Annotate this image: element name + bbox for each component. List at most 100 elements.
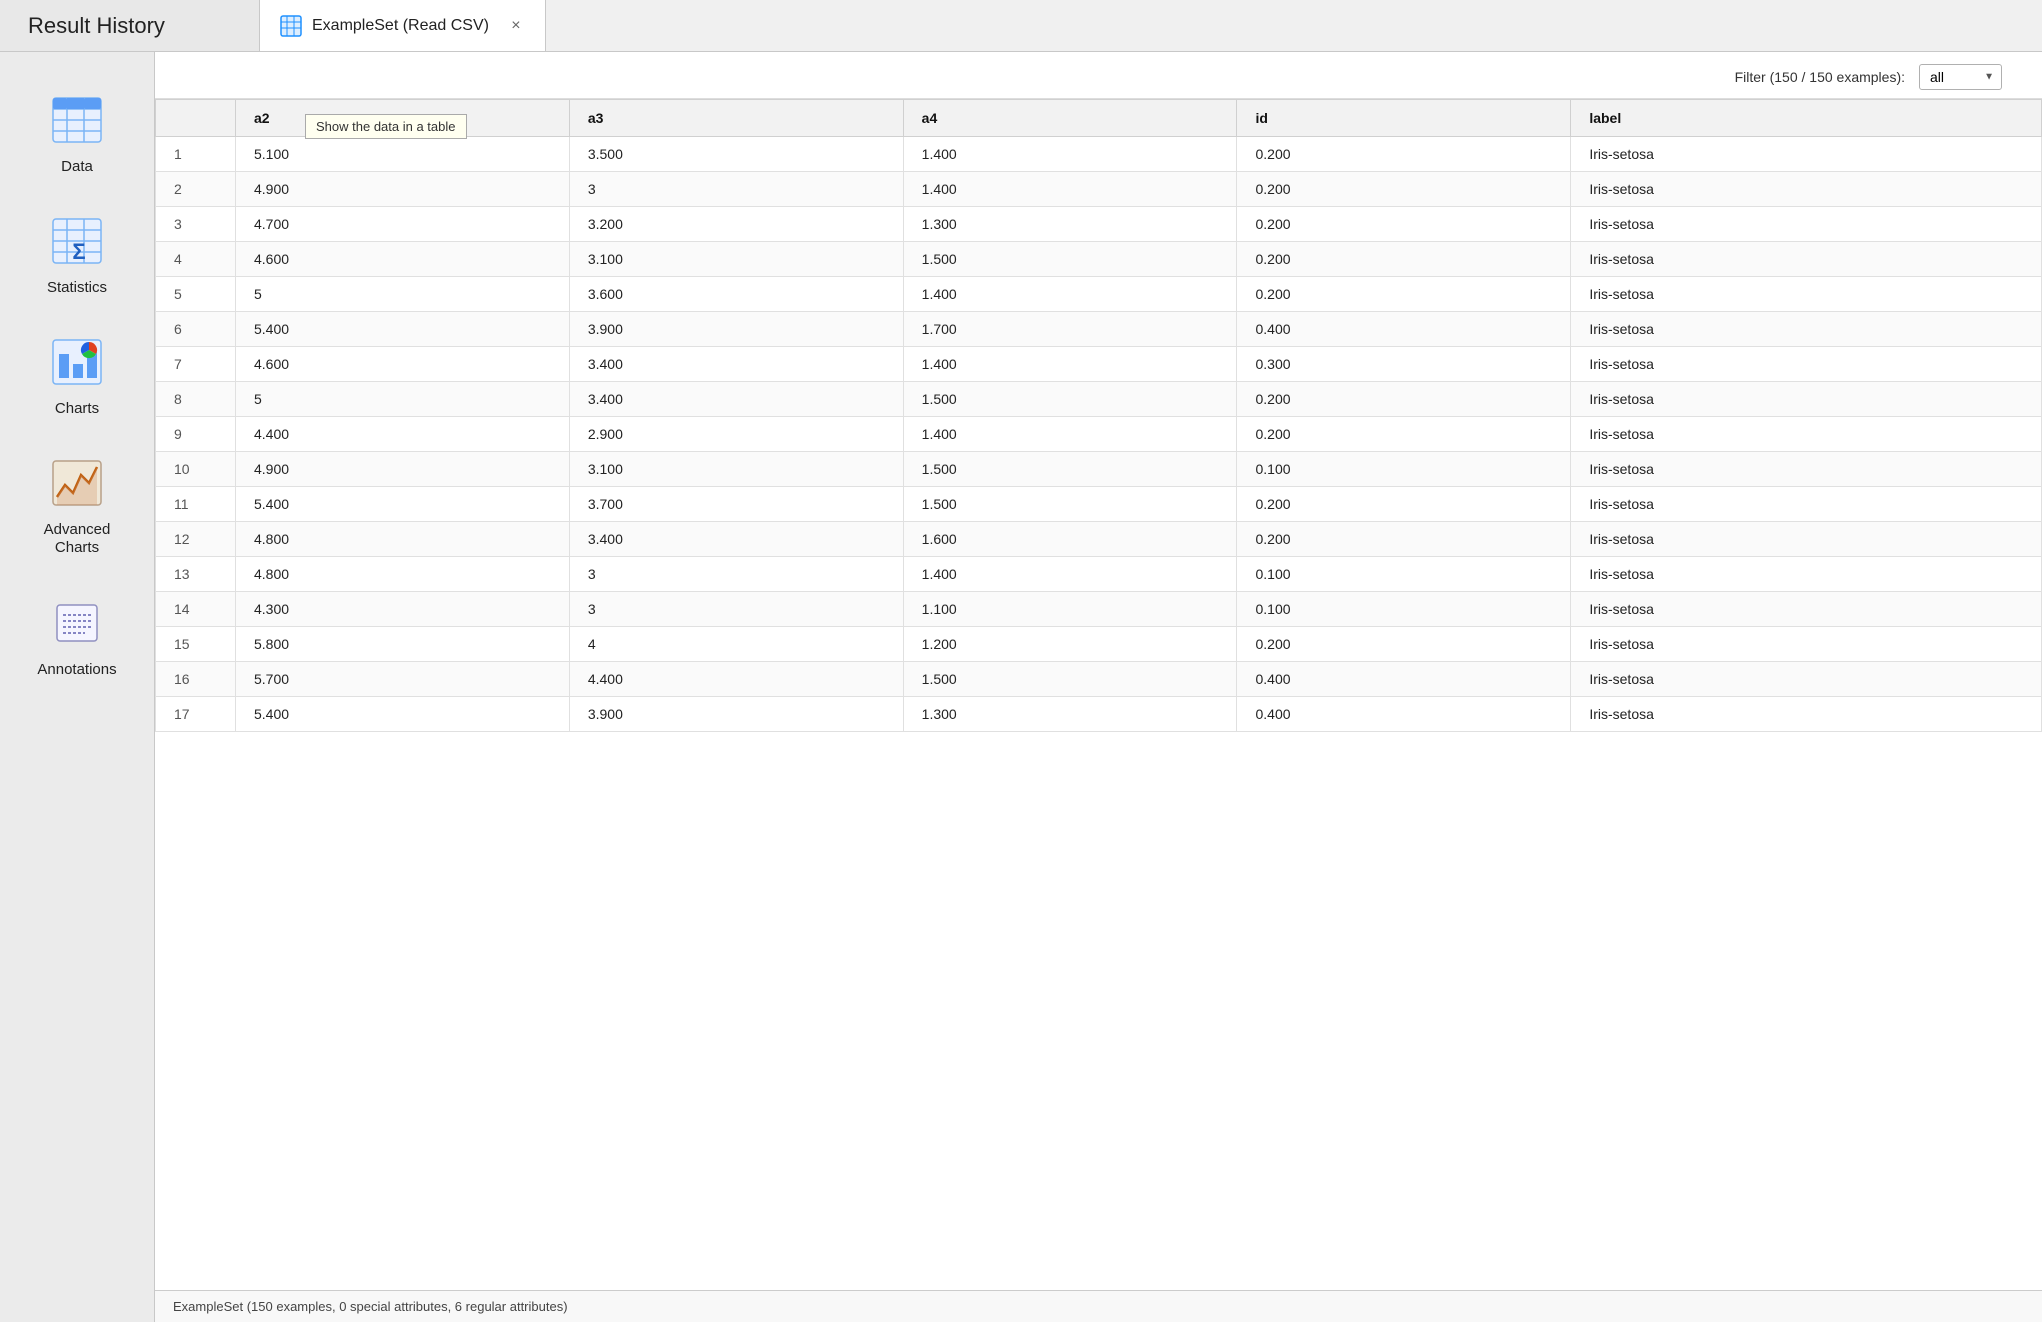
- filter-label: Filter (150 / 150 examples):: [1735, 69, 1905, 85]
- cell-label: Iris-setosa: [1571, 312, 2042, 347]
- cell-a3: 3.500: [569, 137, 903, 172]
- table-row: 104.9003.1001.5000.100Iris-setosa: [156, 452, 2042, 487]
- cell-a4: 1.700: [903, 312, 1237, 347]
- cell-id: 0.200: [1237, 417, 1571, 452]
- table-row: 165.7004.4001.5000.400Iris-setosa: [156, 662, 2042, 697]
- sidebar-charts-label: Charts: [55, 400, 99, 417]
- filter-bar: Filter (150 / 150 examples): all correct…: [155, 52, 2042, 99]
- table-tooltip: Show the data in a table: [305, 114, 467, 139]
- sidebar-statistics-label: Statistics: [47, 279, 107, 296]
- table-row: 115.4003.7001.5000.200Iris-setosa: [156, 487, 2042, 522]
- cell-label: Iris-setosa: [1571, 662, 2042, 697]
- filter-select-wrap[interactable]: all correct wrong: [1919, 64, 2002, 90]
- sidebar-item-advanced-charts[interactable]: AdvancedCharts: [0, 435, 154, 575]
- cell-id: 0.300: [1237, 347, 1571, 382]
- cell-index: 7: [156, 347, 236, 382]
- cell-a4: 1.400: [903, 557, 1237, 592]
- cell-id: 0.200: [1237, 242, 1571, 277]
- cell-a4: 1.300: [903, 697, 1237, 732]
- cell-a4: 1.500: [903, 382, 1237, 417]
- cell-index: 4: [156, 242, 236, 277]
- cell-a3: 4: [569, 627, 903, 662]
- col-header-a4: a4: [903, 100, 1237, 137]
- cell-label: Iris-setosa: [1571, 697, 2042, 732]
- cell-a4: 1.400: [903, 137, 1237, 172]
- cell-a4: 1.400: [903, 172, 1237, 207]
- cell-label: Iris-setosa: [1571, 347, 2042, 382]
- cell-id: 0.400: [1237, 312, 1571, 347]
- cell-label: Iris-setosa: [1571, 627, 2042, 662]
- cell-id: 0.200: [1237, 137, 1571, 172]
- col-header-a3: a3: [569, 100, 903, 137]
- cell-label: Iris-setosa: [1571, 382, 2042, 417]
- cell-index: 17: [156, 697, 236, 732]
- annotations-icon: [47, 593, 107, 653]
- cell-a2: 5: [236, 382, 570, 417]
- cell-label: Iris-setosa: [1571, 207, 2042, 242]
- cell-a4: 1.400: [903, 277, 1237, 312]
- cell-label: Iris-setosa: [1571, 592, 2042, 627]
- table-row: 175.4003.9001.3000.400Iris-setosa: [156, 697, 2042, 732]
- table-row: 134.80031.4000.100Iris-setosa: [156, 557, 2042, 592]
- sidebar-item-data[interactable]: Data: [0, 72, 154, 193]
- cell-a4: 1.500: [903, 487, 1237, 522]
- cell-index: 16: [156, 662, 236, 697]
- charts-icon: [47, 332, 107, 392]
- active-tab[interactable]: ExampleSet (Read CSV) ×: [260, 0, 546, 51]
- content-area: Filter (150 / 150 examples): all correct…: [155, 52, 2042, 1322]
- cell-index: 11: [156, 487, 236, 522]
- table-row: 15.1003.5001.4000.200Iris-setosa: [156, 137, 2042, 172]
- data-icon: [47, 90, 107, 150]
- cell-a3: 3.400: [569, 522, 903, 557]
- cell-a2: 5.800: [236, 627, 570, 662]
- cell-a2: 4.900: [236, 172, 570, 207]
- statistics-icon: Σ: [47, 211, 107, 271]
- cell-index: 3: [156, 207, 236, 242]
- col-header-label: label: [1571, 100, 2042, 137]
- cell-a3: 3.900: [569, 697, 903, 732]
- title-bar: Result History ExampleSet (Read CSV) ×: [0, 0, 2042, 52]
- cell-label: Iris-setosa: [1571, 172, 2042, 207]
- cell-id: 0.400: [1237, 697, 1571, 732]
- cell-label: Iris-setosa: [1571, 242, 2042, 277]
- sidebar-item-charts[interactable]: Charts: [0, 314, 154, 435]
- main-layout: Data Σ Statistics: [0, 52, 2042, 1322]
- cell-id: 0.100: [1237, 557, 1571, 592]
- cell-index: 15: [156, 627, 236, 662]
- cell-a4: 1.500: [903, 452, 1237, 487]
- cell-label: Iris-setosa: [1571, 137, 2042, 172]
- cell-a3: 3.900: [569, 312, 903, 347]
- cell-id: 0.200: [1237, 522, 1571, 557]
- table-row: 34.7003.2001.3000.200Iris-setosa: [156, 207, 2042, 242]
- cell-label: Iris-setosa: [1571, 417, 2042, 452]
- cell-a3: 3: [569, 592, 903, 627]
- cell-index: 10: [156, 452, 236, 487]
- tab-close-button[interactable]: ×: [507, 17, 525, 35]
- cell-a3: 3.400: [569, 382, 903, 417]
- sidebar: Data Σ Statistics: [0, 52, 155, 1322]
- cell-index: 13: [156, 557, 236, 592]
- cell-index: 14: [156, 592, 236, 627]
- sidebar-item-annotations[interactable]: Annotations: [0, 575, 154, 696]
- cell-id: 0.400: [1237, 662, 1571, 697]
- table-wrap[interactable]: a2 a3 a4 id label 15.1003.5001.4000.200I…: [155, 99, 2042, 1290]
- status-bar: ExampleSet (150 examples, 0 special attr…: [155, 1290, 2042, 1322]
- cell-a2: 4.400: [236, 417, 570, 452]
- table-row: 124.8003.4001.6000.200Iris-setosa: [156, 522, 2042, 557]
- cell-label: Iris-setosa: [1571, 522, 2042, 557]
- cell-a3: 3.400: [569, 347, 903, 382]
- sidebar-advanced-charts-label: AdvancedCharts: [44, 521, 111, 557]
- cell-index: 8: [156, 382, 236, 417]
- table-row: 553.6001.4000.200Iris-setosa: [156, 277, 2042, 312]
- cell-id: 0.100: [1237, 452, 1571, 487]
- cell-a4: 1.200: [903, 627, 1237, 662]
- cell-a3: 4.400: [569, 662, 903, 697]
- cell-a2: 4.900: [236, 452, 570, 487]
- cell-index: 5: [156, 277, 236, 312]
- cell-a2: 4.300: [236, 592, 570, 627]
- cell-a4: 1.400: [903, 347, 1237, 382]
- table-row: 155.80041.2000.200Iris-setosa: [156, 627, 2042, 662]
- cell-id: 0.200: [1237, 382, 1571, 417]
- sidebar-item-statistics[interactable]: Σ Statistics: [0, 193, 154, 314]
- filter-select[interactable]: all correct wrong: [1919, 64, 2002, 90]
